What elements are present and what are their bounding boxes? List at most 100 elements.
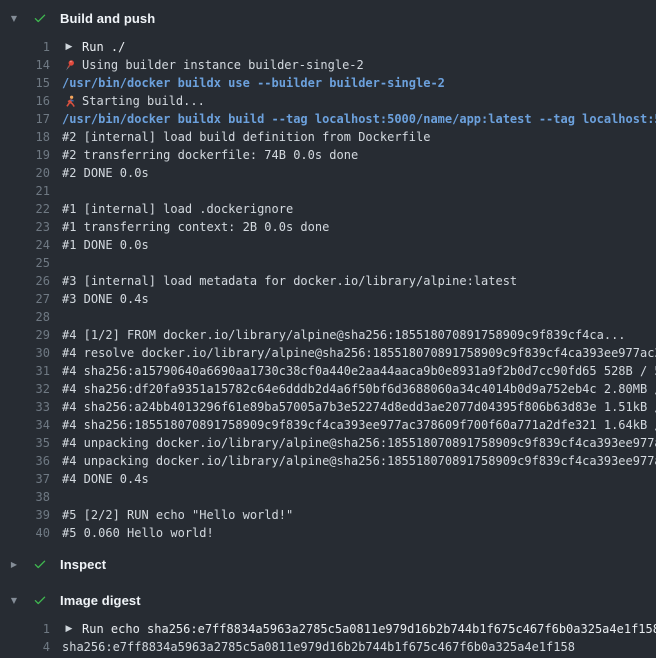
log-line: 36 #4 unpacking docker.io/library/alpine… [0,452,656,470]
line-number[interactable]: 32 [0,380,50,398]
line-number[interactable]: 33 [0,398,50,416]
log-line-text: #4 unpacking docker.io/library/alpine@sh… [62,452,656,470]
log-line-text: #2 DONE 0.0s [62,164,149,182]
section-lines: 1 ▶ Run echo sha256:e7ff8834a5963a2785c5a… [0,618,656,658]
log-line: 22 #1 [internal] load .dockerignore [0,200,656,218]
workflow-log-viewport: ▼ Build and push 1 ▶Run ./ 14 Using buil… [0,0,656,658]
log-line: 16 Starting build... [0,92,656,110]
line-number[interactable]: 39 [0,506,50,524]
log-section: ▼ Build and push 1 ▶ Run ./ 14 Using buil… [0,0,656,546]
log-line-text: #1 [internal] load .dockerignore [62,200,293,218]
log-line-text: #4 unpacking docker.io/library/alpine@sh… [62,434,656,452]
line-number[interactable]: 35 [0,434,50,452]
line-number[interactable]: 14 [0,56,50,74]
log-line: 14 Using builder instance builder-single… [0,56,656,74]
line-number[interactable]: 38 [0,488,50,506]
line-number[interactable]: 34 [0,416,50,434]
check-icon [32,11,47,26]
log-line: 29 #4 [1/2] FROM docker.io/library/alpin… [0,326,656,344]
check-icon [32,593,47,608]
log-line-text: sha256:e7ff8834a5963a2785c5a0811e979d16b… [62,638,575,656]
section-header-image-digest[interactable]: ▼ Image digest [0,582,656,618]
log-line-text: #4 sha256:185518070891758909c9f839cf4ca3… [62,416,656,434]
chevron-down-icon[interactable]: ▼ [8,596,20,605]
line-number[interactable]: 20 [0,164,50,182]
log-line-text: Run ./ [82,38,125,56]
line-number[interactable]: 15 [0,74,50,92]
log-line: 24 #1 DONE 0.0s [0,236,656,254]
log-line-text: #4 [1/2] FROM docker.io/library/alpine@s… [62,326,626,344]
log-line-text: Starting build... [82,92,205,110]
log-line: 20 #2 DONE 0.0s [0,164,656,182]
log-line-text: /usr/bin/docker buildx build --tag local… [62,110,656,128]
log-line: 1 ▶ Run echo sha256:e7ff8834a5963a2785c5a… [0,620,656,638]
log-line-text: #1 transferring context: 2B 0.0s done [62,218,329,236]
log-line: 40 #5 0.060 Hello world! [0,524,656,542]
log-section: ▼ Image digest 1 ▶ Run echo sha256:e7ff88… [0,582,656,658]
log-line: 21 [0,182,656,200]
line-number[interactable]: 23 [0,218,50,236]
log-line-text: #3 DONE 0.4s [62,290,149,308]
line-number[interactable]: 29 [0,326,50,344]
log-line: 26 #3 [internal] load metadata for docke… [0,272,656,290]
log-line: 32 #4 sha256:df20fa9351a15782c64e6dddb2d… [0,380,656,398]
log-line-text: #2 transferring dockerfile: 74B 0.0s don… [62,146,358,164]
log-line-text: #5 [2/2] RUN echo "Hello world!" [62,506,293,524]
section-header-build-and-push[interactable]: ▼ Build and push [0,0,656,36]
line-number[interactable]: 1 [0,38,50,56]
log-line: 38 [0,488,656,506]
log-line-text: Run echo sha256:e7ff8834a5963a2785c5a081… [82,620,656,638]
log-line: 4 sha256:e7ff8834a5963a2785c5a0811e979d1… [0,638,656,656]
log-line: 35 #4 unpacking docker.io/library/alpine… [0,434,656,452]
line-number[interactable]: 31 [0,362,50,380]
line-number[interactable]: 22 [0,200,50,218]
log-line-text: #4 DONE 0.4s [62,470,149,488]
line-number[interactable]: 37 [0,470,50,488]
log-line: 23 #1 transferring context: 2B 0.0s done [0,218,656,236]
section-title: Build and push [60,11,155,26]
line-number[interactable]: 25 [0,254,50,272]
section-header-inspect[interactable]: ▶ Inspect [0,546,656,582]
chevron-right-icon[interactable]: ▶ [8,560,20,569]
log-line: 27 #3 DONE 0.4s [0,290,656,308]
line-number[interactable]: 1 [0,620,50,638]
log-line-text: Using builder instance builder-single-2 [82,56,364,74]
line-number[interactable]: 24 [0,236,50,254]
line-number[interactable]: 27 [0,290,50,308]
log-line: 1 ▶ Run ./ [0,38,656,56]
log-line: 19 #2 transferring dockerfile: 74B 0.0s … [0,146,656,164]
log-line: 28 [0,308,656,326]
line-number[interactable]: 16 [0,92,50,110]
log-line-text: #2 [internal] load build definition from… [62,128,430,146]
line-number[interactable]: 21 [0,182,50,200]
line-number[interactable]: 28 [0,308,50,326]
log-line-text: #1 DONE 0.0s [62,236,149,254]
log-line-text: #4 resolve docker.io/library/alpine@sha2… [62,344,656,362]
line-number[interactable]: 18 [0,128,50,146]
line-number[interactable]: 26 [0,272,50,290]
line-number[interactable]: 40 [0,524,50,542]
log-line-text: /usr/bin/docker buildx use --builder bui… [62,74,445,92]
runner-icon [62,94,76,108]
log-line-text: #4 sha256:a24bb4013296f61e89ba57005a7b3e… [62,398,656,416]
section-lines: 1 ▶ Run ./ 14 Using builder instance buil… [0,36,656,546]
log-line: 18 #2 [internal] load build definition f… [0,128,656,146]
log-line: 33 #4 sha256:a24bb4013296f61e89ba57005a7… [0,398,656,416]
log-section: ▶ Inspect [0,546,656,582]
log-line: 15 /usr/bin/docker buildx use --builder … [0,74,656,92]
play-icon[interactable]: ▶ [62,622,76,636]
log-line: 17 /usr/bin/docker buildx build --tag lo… [0,110,656,128]
line-number[interactable]: 30 [0,344,50,362]
line-number[interactable]: 19 [0,146,50,164]
section-title: Inspect [60,557,106,572]
section-title: Image digest [60,593,141,608]
line-number[interactable]: 17 [0,110,50,128]
line-number[interactable]: 4 [0,638,50,656]
pushpin-icon [62,58,76,72]
chevron-down-icon[interactable]: ▼ [8,14,20,23]
log-line: 30 #4 resolve docker.io/library/alpine@s… [0,344,656,362]
line-number[interactable]: 36 [0,452,50,470]
log-line-text: #4 sha256:a15790640a6690aa1730c38cf0a440… [62,362,656,380]
play-icon[interactable]: ▶ [62,40,76,54]
log-line-text: #4 sha256:df20fa9351a15782c64e6dddb2d4a6… [62,380,656,398]
